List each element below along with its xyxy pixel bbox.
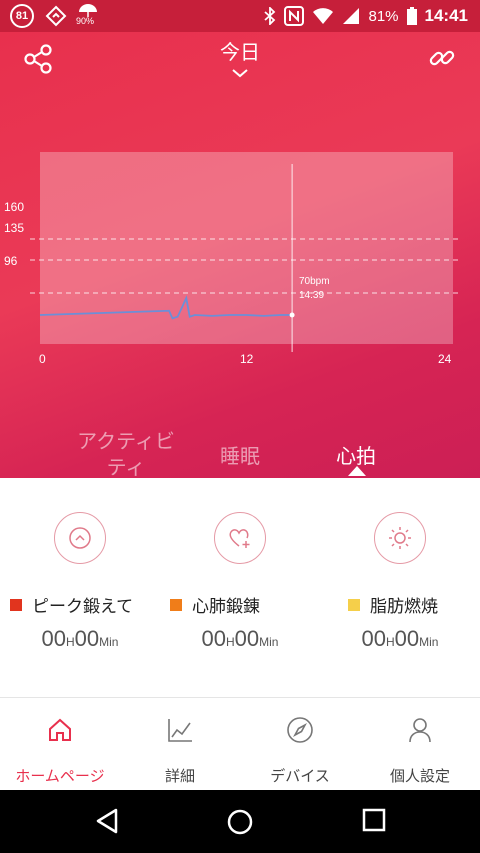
nav-home-label: ホームページ [15, 767, 105, 785]
back-icon[interactable] [94, 808, 120, 838]
heart-plus-icon[interactable] [214, 512, 266, 564]
nav-device[interactable]: デバイス [240, 698, 360, 790]
tab-indicator [348, 466, 366, 476]
bottom-nav: ホームページ 詳細 デバイス 個人設定 [0, 698, 480, 790]
nav-settings-label: 個人設定 [389, 767, 450, 785]
recent-apps-icon[interactable] [362, 808, 386, 836]
nav-home[interactable]: ホームページ [0, 698, 120, 790]
zone-cardio-label: 心肺鍛錬 [192, 597, 260, 617]
zone-fat-burn-value: 00H00Min [361, 626, 439, 651]
nav-details-label: 詳細 [164, 767, 195, 785]
zone-peak-value: 00H00Min [41, 626, 119, 651]
chevron-down-icon[interactable] [231, 63, 249, 82]
notification-badge-icon: 81 [10, 4, 34, 28]
sync-icon [45, 5, 67, 27]
x-tick-24: 24 [438, 352, 452, 366]
wifi-icon [313, 8, 334, 24]
chart-svg [30, 164, 462, 352]
signal-icon [343, 8, 360, 24]
tab-activity-label-line2: ティ [106, 455, 146, 479]
tab-activity[interactable]: アクティビ ティ [66, 428, 186, 480]
bluetooth-icon [264, 7, 276, 25]
hero-section: 今日 160 135 96 0 12 24 70bpm 14:39 アクティビ … [0, 32, 480, 480]
tab-sleep[interactable]: 睡眠 [200, 440, 280, 469]
nav-settings[interactable]: 個人設定 [360, 698, 480, 790]
home-icon [46, 716, 74, 748]
zone-fat-burn-swatch [348, 598, 360, 611]
heart-rate-zones: ピーク鍛えて 00H00Min 心肺鍛錬 00H00Min 脂肪燃焼 00H00… [0, 478, 480, 698]
person-icon [406, 716, 434, 748]
sun-icon[interactable] [374, 512, 426, 564]
x-tick-0: 0 [39, 352, 46, 366]
tab-heart-rate[interactable]: 心拍 [316, 440, 396, 469]
series-line-0 [39, 295, 292, 320]
heart-rate-chart: 160 135 96 0 12 24 70bpm 14:39 [0, 152, 480, 412]
zone-cardio-value: 00H00Min [201, 626, 279, 651]
nav-details[interactable]: 詳細 [120, 698, 240, 790]
zone-peak-label: ピーク鍛えて [32, 597, 134, 617]
status-time: 14:41 [424, 6, 468, 25]
battery-percent: 81% [368, 7, 399, 25]
cursor-point [289, 312, 295, 318]
date-title[interactable]: 今日 [0, 36, 480, 65]
nfc-icon [284, 6, 305, 26]
chevron-up-circle-icon[interactable] [54, 512, 106, 564]
battery-icon [406, 7, 417, 25]
zone-fat-burn-label: 脂肪燃焼 [370, 597, 438, 617]
zone-peak-swatch [10, 598, 22, 611]
chart-icon [166, 716, 194, 748]
annotation-bpm: 70bpm [299, 276, 330, 287]
zone-cardio-swatch [170, 598, 182, 611]
zone-peak: ピーク鍛えて 00H00Min [0, 478, 160, 698]
nav-device-label: デバイス [270, 767, 330, 785]
status-bar: 81 90% 81% 14:41 [0, 0, 480, 32]
umbrella-percent: 90% [76, 16, 95, 26]
zone-fat-burn: 脂肪燃焼 00H00Min [320, 478, 480, 698]
umbrella-icon: 90% [76, 4, 100, 28]
compass-icon [286, 716, 314, 748]
x-tick-12: 12 [240, 352, 254, 366]
tab-activity-label-line1: アクティビ [77, 429, 175, 453]
zone-cardio: 心肺鍛錬 00H00Min [160, 478, 320, 698]
link-icon[interactable] [428, 44, 456, 76]
system-nav-bar [0, 790, 480, 853]
annotation-time: 14:39 [299, 290, 325, 301]
home-circle-icon[interactable] [226, 808, 254, 840]
